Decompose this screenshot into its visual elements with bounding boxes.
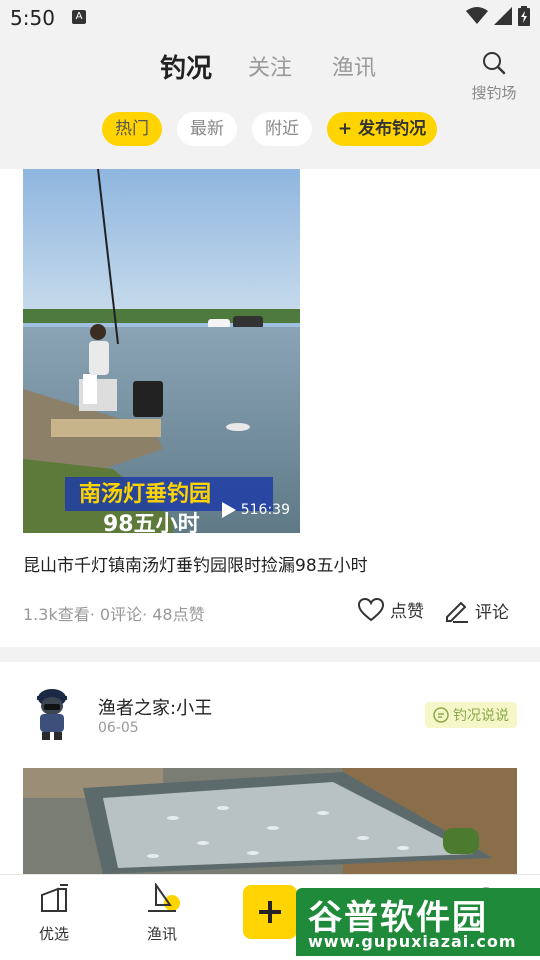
status-bar: 5:50 A (0, 0, 540, 36)
nav-fishing-news[interactable]: 渔讯 (132, 881, 192, 944)
filter-hot-chip[interactable]: 热门 (102, 112, 162, 146)
post-date: 06-05 (98, 720, 139, 736)
video-duration: 516:39 (221, 501, 290, 519)
search-spot-label: 搜钓场 (471, 84, 517, 102)
search-icon (483, 52, 506, 75)
battery-icon (518, 6, 530, 26)
notification-a-icon: A (72, 10, 86, 24)
status-time: 5:50 (10, 6, 55, 30)
video-thumbnail[interactable]: 南汤灯垂钓园 98五小时 516:39 (23, 169, 300, 533)
author-name[interactable]: 渔者之家:小王 (98, 694, 212, 720)
nav-featured-label: 优选 (38, 925, 69, 943)
filter-nearby-chip[interactable]: 附近 (252, 112, 312, 146)
top-tabs: 钓况 关注 渔讯 (0, 50, 540, 90)
like-label: 点赞 (390, 602, 424, 622)
post-type-label: 钓况说说 (453, 708, 509, 724)
filter-chips: 热门 最新 附近 + 发布钓况 (0, 112, 540, 146)
sail-icon (148, 881, 180, 912)
status-icons (466, 6, 530, 26)
post-stats: 1.3k查看· 0评论· 48点赞 (23, 605, 205, 624)
post-card: 南汤灯垂钓园 98五小时 516:39 昆山市千灯镇南汤灯垂钓园限时捡漏98五小… (0, 169, 540, 647)
tab-fishing-news[interactable]: 渔讯 (332, 50, 376, 82)
play-icon (221, 502, 236, 518)
site-watermark: 谷普软件园 www.gupuxiazai.com (296, 888, 540, 956)
pencil-icon (446, 601, 468, 623)
add-post-button[interactable] (243, 885, 297, 939)
fish-tank-image (23, 768, 517, 874)
signal-icon (494, 7, 512, 25)
tab-following[interactable]: 关注 (248, 50, 292, 82)
comment-button[interactable]: 评论 (443, 597, 509, 623)
post-card: 渔者之家:小王 06-05 钓况说说 (0, 662, 540, 874)
avatar[interactable] (27, 684, 77, 742)
post-photo[interactable] (23, 768, 517, 874)
watermark-url-text: www.gupuxiazai.com (308, 932, 517, 951)
nav-featured[interactable]: 优选 (24, 883, 84, 944)
post-title[interactable]: 昆山市千灯镇南汤灯垂钓园限时捡漏98五小时 (23, 551, 368, 576)
publish-report-button[interactable]: + 发布钓况 (327, 112, 437, 146)
tab-fishing-report[interactable]: 钓况 (160, 48, 212, 85)
wifi-icon (466, 7, 488, 24)
comment-label: 评论 (475, 602, 509, 623)
fishing-scene-image: 南汤灯垂钓园 98五小时 (23, 169, 300, 533)
featured-icon (41, 884, 68, 912)
top-header: 钓况 关注 渔讯 搜钓场 热门 最新 附近 + 发布钓况 (0, 36, 540, 169)
video-caption-line2: 98五小时 (103, 512, 200, 533)
chat-bubble-icon (433, 707, 449, 723)
nav-fishing-news-label: 渔讯 (146, 925, 177, 943)
filter-latest-chip[interactable]: 最新 (177, 112, 237, 146)
like-button[interactable]: 点赞 (358, 597, 424, 622)
video-caption-line1: 南汤灯垂钓园 (79, 481, 211, 507)
search-spot-button[interactable]: 搜钓场 (470, 50, 518, 103)
plus-icon (259, 901, 281, 923)
duration-text: 516:39 (240, 502, 290, 518)
post-type-tag: 钓况说说 (425, 702, 517, 728)
heart-icon (358, 597, 384, 621)
